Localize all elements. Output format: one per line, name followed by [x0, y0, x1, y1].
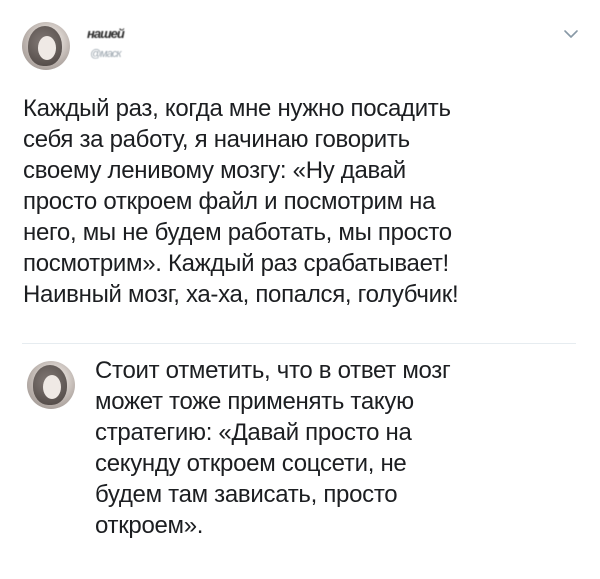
reply-avatar[interactable]: [27, 361, 75, 409]
reply-text: Стоит отметить, что в ответ мозг может т…: [95, 357, 451, 539]
author-name[interactable]: нашей: [87, 26, 125, 41]
divider: [22, 343, 576, 344]
chevron-down-icon[interactable]: [563, 28, 579, 40]
author-handle[interactable]: @маск: [90, 48, 122, 60]
avatar-face: [38, 36, 56, 60]
author-avatar[interactable]: [22, 22, 70, 70]
avatar-face: [43, 375, 61, 399]
tweet-card: нашей @маск Каждый раз, когда мне нужно …: [0, 0, 600, 579]
tweet-text: Каждый раз, когда мне нужно посадить себ…: [23, 95, 459, 308]
